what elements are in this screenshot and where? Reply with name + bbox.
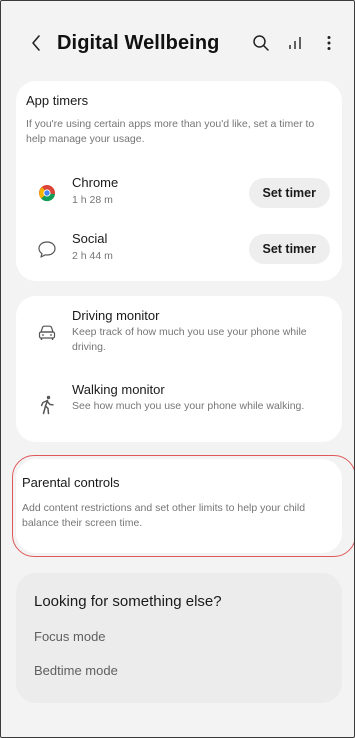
monitor-description: See how much you use your phone while wa… [72, 400, 305, 412]
looking-card: Looking for something else? Focus mode B… [16, 573, 342, 703]
bedtime-mode-link[interactable]: Bedtime mode [34, 663, 118, 678]
page-title: Digital Wellbeing [57, 31, 220, 54]
walking-monitor-item[interactable]: Walking monitor See how much you use you… [16, 382, 342, 434]
chat-bubble-icon [36, 238, 58, 260]
monitors-card: Driving monitor Keep track of how much y… [16, 296, 342, 442]
search-icon [253, 35, 269, 51]
driving-monitor-item[interactable]: Driving monitor Keep track of how much y… [16, 308, 342, 360]
app-timers-title: App timers [26, 93, 89, 108]
app-usage: 1 h 28 m [72, 194, 113, 206]
walking-icon [36, 394, 58, 416]
parental-controls-card[interactable]: Parental controls Add content restrictio… [16, 459, 342, 553]
app-timer-row-social[interactable]: Social 2 h 44 m Set timer [16, 229, 342, 269]
car-icon [36, 322, 58, 344]
chrome-icon [36, 182, 58, 204]
app-name: Social [72, 231, 108, 246]
focus-mode-link[interactable]: Focus mode [34, 629, 106, 644]
monitor-description: Keep track of how much you use your phon… [72, 326, 307, 353]
chevron-left-icon [32, 35, 40, 51]
app-timers-description: If you're using certain apps more than y… [26, 118, 315, 145]
parental-controls-description: Add content restrictions and set other l… [22, 502, 306, 529]
more-vert-icon [327, 36, 331, 50]
app-timers-card: App timers If you're using certain apps … [16, 81, 342, 281]
app-timer-row-chrome[interactable]: Chrome 1 h 28 m Set timer [16, 173, 342, 213]
app-usage: 2 h 44 m [72, 250, 113, 262]
set-timer-button[interactable]: Set timer [248, 178, 330, 208]
set-timer-button[interactable]: Set timer [248, 234, 330, 264]
search-button[interactable] [250, 32, 272, 54]
stats-button[interactable] [284, 32, 306, 54]
app-name: Chrome [72, 175, 119, 190]
signal-bars-icon [289, 37, 301, 49]
monitor-title: Driving monitor [72, 308, 160, 323]
looking-title: Looking for something else? [34, 593, 222, 610]
more-options-button[interactable] [318, 32, 340, 54]
parental-controls-title: Parental controls [22, 475, 120, 490]
top-app-bar: Digital Wellbeing [1, 17, 354, 69]
back-button[interactable] [25, 32, 47, 54]
monitor-title: Walking monitor [72, 382, 165, 397]
phone-screen: Digital Wellbeing App timers If you're u… [0, 0, 355, 738]
